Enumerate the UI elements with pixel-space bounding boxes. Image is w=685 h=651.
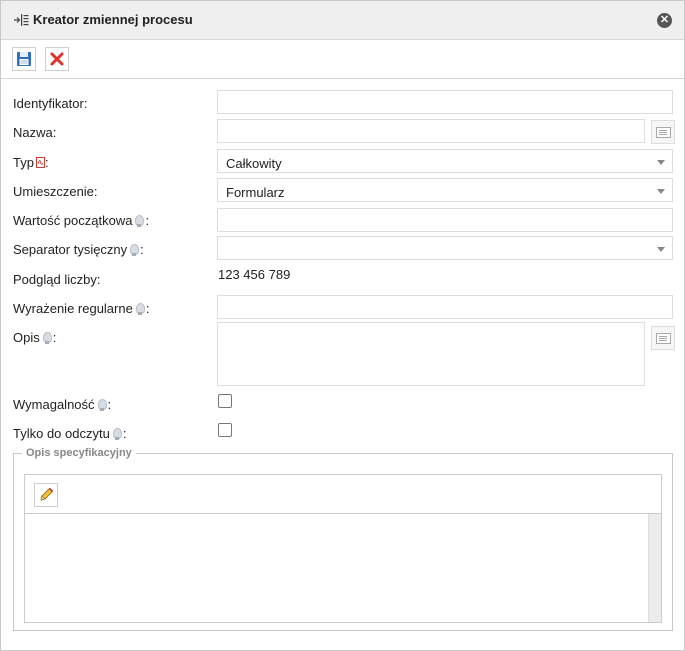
separator-label: Separator tysięczny:	[13, 242, 144, 257]
opis-label: Opis:	[13, 330, 56, 345]
chevron-down-icon	[657, 189, 665, 194]
identyfikator-input[interactable]	[217, 90, 673, 114]
chevron-down-icon	[657, 160, 665, 165]
cancel-button[interactable]	[45, 47, 69, 71]
lightbulb-hint-icon[interactable]	[135, 215, 145, 227]
editor-scrollbar[interactable]	[648, 514, 661, 622]
podglad-label: Podgląd liczby:	[13, 272, 101, 287]
dialog-title: Kreator zmiennej procesu	[33, 12, 193, 27]
nazwa-input[interactable]	[217, 119, 645, 143]
title-bar: Kreator zmiennej procesu ✕	[1, 1, 684, 40]
save-button[interactable]	[12, 47, 36, 71]
editor-content-area[interactable]	[25, 514, 649, 622]
toolbar	[1, 40, 684, 79]
pdf-icon[interactable]	[35, 157, 45, 168]
opis-textarea[interactable]	[217, 322, 645, 386]
lightbulb-hint-icon[interactable]	[135, 303, 145, 315]
umieszczenie-select-value: Formularz	[226, 185, 285, 200]
typ-label-text: Typ	[13, 155, 34, 170]
document-icon	[656, 127, 671, 138]
close-icon[interactable]: ✕	[657, 13, 672, 28]
wyrazenie-label-text: Wyrażenie regularne	[13, 301, 133, 316]
spec-description-legend: Opis specyfikacyjny	[26, 447, 132, 459]
wymagalnosc-label-text: Wymagalność	[13, 397, 95, 412]
spec-description-group: Opis specyfikacyjny	[13, 447, 673, 631]
process-variable-dialog: Kreator zmiennej procesu ✕ Identyfikator…	[0, 0, 685, 651]
wartosc-label-colon: :	[145, 213, 150, 228]
edit-button[interactable]	[34, 483, 58, 507]
tylko-label-text: Tylko do odczytu	[13, 426, 110, 441]
pencil-icon	[40, 487, 54, 501]
lightbulb-hint-icon[interactable]	[112, 428, 122, 440]
wyrazenie-input[interactable]	[217, 295, 673, 319]
opis-label-colon: :	[52, 330, 57, 345]
umieszczenie-label: Umieszczenie:	[13, 184, 98, 199]
typ-label-colon: :	[44, 155, 49, 170]
document-icon	[656, 333, 671, 344]
nazwa-label: Nazwa:	[13, 125, 57, 140]
floppy-save-icon	[17, 52, 31, 66]
tylko-label-colon: :	[122, 426, 127, 441]
red-x-cancel-icon	[50, 52, 64, 66]
wartosc-label: Wartość początkowa:	[13, 213, 149, 228]
lightbulb-hint-icon[interactable]	[42, 332, 52, 344]
typ-select[interactable]: Całkowity	[217, 149, 673, 173]
wyrazenie-label: Wyrażenie regularne:	[13, 301, 149, 316]
rich-text-editor	[24, 474, 662, 623]
separator-select[interactable]	[217, 236, 673, 260]
podglad-value: 123 456 789	[218, 267, 291, 282]
wymagalnosc-label-colon: :	[107, 397, 112, 412]
typ-select-value: Całkowity	[226, 156, 282, 171]
typ-label: Typ:	[13, 155, 49, 170]
variable-list-icon	[14, 14, 29, 26]
wartosc-input[interactable]	[217, 208, 673, 232]
tylko-do-odczytu-checkbox[interactable]	[218, 423, 232, 437]
identyfikator-label: Identyfikator:	[13, 96, 88, 111]
wartosc-label-text: Wartość początkowa	[13, 213, 133, 228]
editor-toolbar	[25, 475, 661, 514]
wymagalnosc-label: Wymagalność:	[13, 397, 111, 412]
lightbulb-hint-icon[interactable]	[130, 244, 140, 256]
tylko-do-odczytu-label: Tylko do odczytu:	[13, 426, 126, 441]
separator-label-text: Separator tysięczny	[13, 242, 128, 257]
wymagalnosc-checkbox[interactable]	[218, 394, 232, 408]
chevron-down-icon	[657, 247, 665, 252]
nazwa-translations-button[interactable]	[651, 120, 675, 144]
separator-label-colon: :	[140, 242, 144, 257]
umieszczenie-select[interactable]: Formularz	[217, 178, 673, 202]
opis-translations-button[interactable]	[651, 326, 675, 350]
lightbulb-hint-icon[interactable]	[97, 399, 107, 411]
opis-label-text: Opis	[13, 330, 40, 345]
wyrazenie-label-colon: :	[145, 301, 150, 316]
